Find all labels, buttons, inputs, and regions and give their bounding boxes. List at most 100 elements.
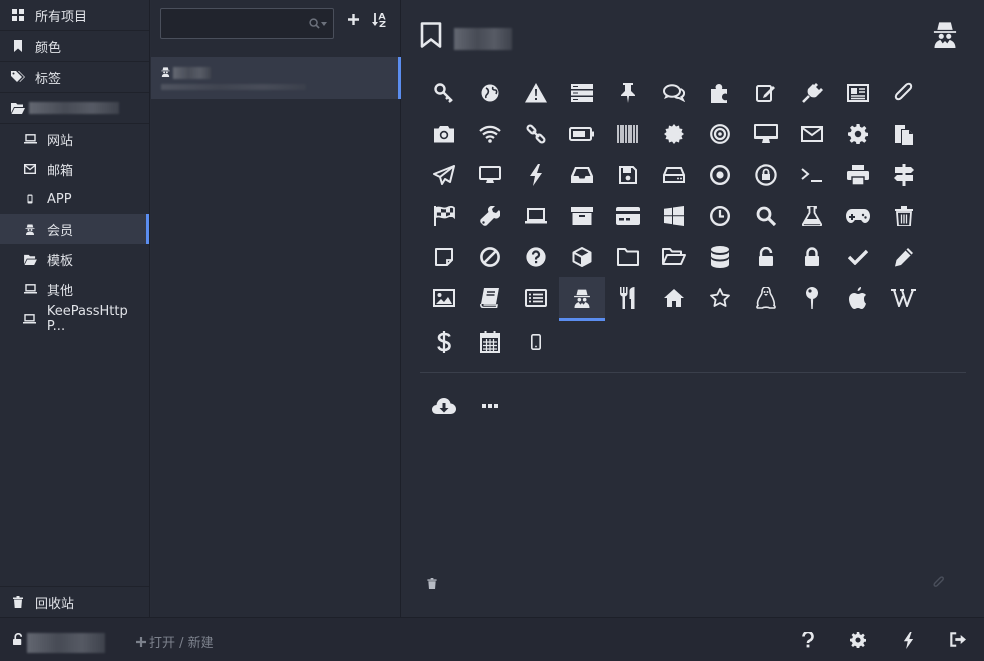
laptop-icon[interactable] [513, 195, 559, 236]
sidebar-item-keepasshttp[interactable]: KeePassHttp P... [0, 304, 149, 334]
lock-circle-icon[interactable] [743, 154, 789, 195]
signpost-icon[interactable] [881, 154, 927, 195]
flag-checkered-icon[interactable] [421, 195, 467, 236]
gear-icon[interactable] [835, 113, 881, 154]
redacted-database-name[interactable] [27, 633, 105, 653]
server-icon[interactable] [559, 72, 605, 113]
wrench-icon[interactable] [467, 195, 513, 236]
comments-icon[interactable] [651, 72, 697, 113]
wikipedia-icon[interactable] [881, 277, 927, 318]
calendar-icon[interactable] [467, 321, 513, 362]
credit-card-icon[interactable] [605, 195, 651, 236]
add-entry-button[interactable] [348, 14, 359, 25]
hard-drive-icon[interactable] [651, 154, 697, 195]
search-input[interactable] [160, 8, 334, 39]
floppy-disk-icon[interactable] [605, 154, 651, 195]
open-new-button[interactable]: 打开 / 新建 [136, 632, 214, 651]
sticky-note-icon[interactable] [421, 236, 467, 277]
home-icon[interactable] [651, 277, 697, 318]
camera-icon[interactable] [421, 113, 467, 154]
gamepad-icon[interactable] [835, 195, 881, 236]
star-icon[interactable] [697, 277, 743, 318]
cutlery-icon[interactable] [605, 277, 651, 318]
help-button[interactable] [802, 632, 814, 648]
certificate-icon[interactable] [651, 113, 697, 154]
sidebar-item-membership[interactable]: 会员 [0, 214, 149, 244]
paper-plane-icon[interactable] [421, 154, 467, 195]
apple-icon[interactable] [835, 277, 881, 318]
warning-icon[interactable] [513, 72, 559, 113]
newspaper-icon[interactable] [835, 72, 881, 113]
battery-icon[interactable] [559, 113, 605, 154]
bolt-icon[interactable] [513, 154, 559, 195]
mobile-icon[interactable] [513, 321, 559, 362]
cube-icon[interactable] [559, 236, 605, 277]
sidebar-item-websites[interactable]: 网站 [0, 124, 149, 154]
unlock-icon[interactable] [13, 633, 25, 645]
pin-icon[interactable] [605, 72, 651, 113]
paperclip-icon[interactable] [881, 72, 927, 113]
puzzle-icon[interactable] [697, 72, 743, 113]
windows-icon[interactable] [651, 195, 697, 236]
edit-icon[interactable] [743, 72, 789, 113]
user-secret-icon-selected[interactable] [559, 277, 605, 321]
sort-button[interactable] [372, 13, 386, 27]
search-options-icon[interactable] [309, 18, 327, 29]
print-icon[interactable] [835, 154, 881, 195]
map-pin-icon[interactable] [789, 277, 835, 318]
database-icon[interactable] [697, 236, 743, 277]
inbox-icon[interactable] [559, 154, 605, 195]
key-icon[interactable] [421, 72, 467, 113]
check-icon[interactable] [835, 236, 881, 277]
more-icon[interactable] [467, 385, 513, 426]
pencil-icon[interactable] [881, 236, 927, 277]
bookmark-icon[interactable] [420, 22, 442, 48]
lock-database-button[interactable] [950, 632, 966, 647]
globe-icon[interactable] [467, 72, 513, 113]
question-circle-icon[interactable] [513, 236, 559, 277]
ban-icon[interactable] [467, 236, 513, 277]
linux-icon[interactable] [743, 277, 789, 318]
barcode-icon[interactable] [605, 113, 651, 154]
archive-icon[interactable] [559, 195, 605, 236]
search-icon[interactable] [743, 195, 789, 236]
sidebar-item-other[interactable]: 其他 [0, 274, 149, 304]
wifi-icon[interactable] [467, 113, 513, 154]
generator-button[interactable] [903, 632, 914, 649]
entry-list-item[interactable] [151, 57, 401, 99]
dollar-icon[interactable] [421, 321, 467, 362]
list-alt-icon[interactable] [513, 277, 559, 318]
sidebar-item-templates[interactable]: 模板 [0, 244, 149, 274]
sidebar-item-email[interactable]: 邮箱 [0, 154, 149, 184]
settings-button[interactable] [850, 632, 866, 648]
sidebar-item-app[interactable]: APP [0, 184, 149, 214]
dot-circle-icon[interactable] [697, 154, 743, 195]
terminal-icon[interactable] [789, 154, 835, 195]
user-secret-icon[interactable] [931, 20, 959, 48]
flask-icon[interactable] [789, 195, 835, 236]
image-icon[interactable] [421, 277, 467, 318]
envelope-icon[interactable] [789, 113, 835, 154]
folder-icon[interactable] [605, 236, 651, 277]
book-icon[interactable] [467, 277, 513, 318]
sidebar-item-colors[interactable]: 颜色 [0, 31, 149, 62]
desktop-icon[interactable] [743, 113, 789, 154]
trash-icon[interactable] [881, 195, 927, 236]
unlock-icon[interactable] [743, 236, 789, 277]
lock-icon[interactable] [789, 236, 835, 277]
sidebar-item-all-items[interactable]: 所有项目 [0, 0, 149, 31]
clock-icon[interactable] [697, 195, 743, 236]
monitor-icon[interactable] [467, 154, 513, 195]
folder-open-icon[interactable] [651, 236, 697, 277]
plug-icon[interactable] [789, 72, 835, 113]
sidebar-item-trash[interactable]: 回收站 [0, 586, 149, 617]
bullseye-icon[interactable] [697, 113, 743, 154]
link-icon[interactable] [513, 113, 559, 154]
sidebar-item-tags[interactable]: 标签 [0, 62, 149, 93]
delete-entry-button[interactable] [427, 578, 437, 589]
cloud-download-icon[interactable] [421, 385, 467, 426]
paste-icon[interactable] [881, 113, 927, 154]
sidebar-top-menu: 所有项目 颜色 标签 [0, 0, 149, 124]
attachment-icon[interactable] [933, 576, 945, 589]
sidebar-item-database-root[interactable] [0, 93, 149, 124]
